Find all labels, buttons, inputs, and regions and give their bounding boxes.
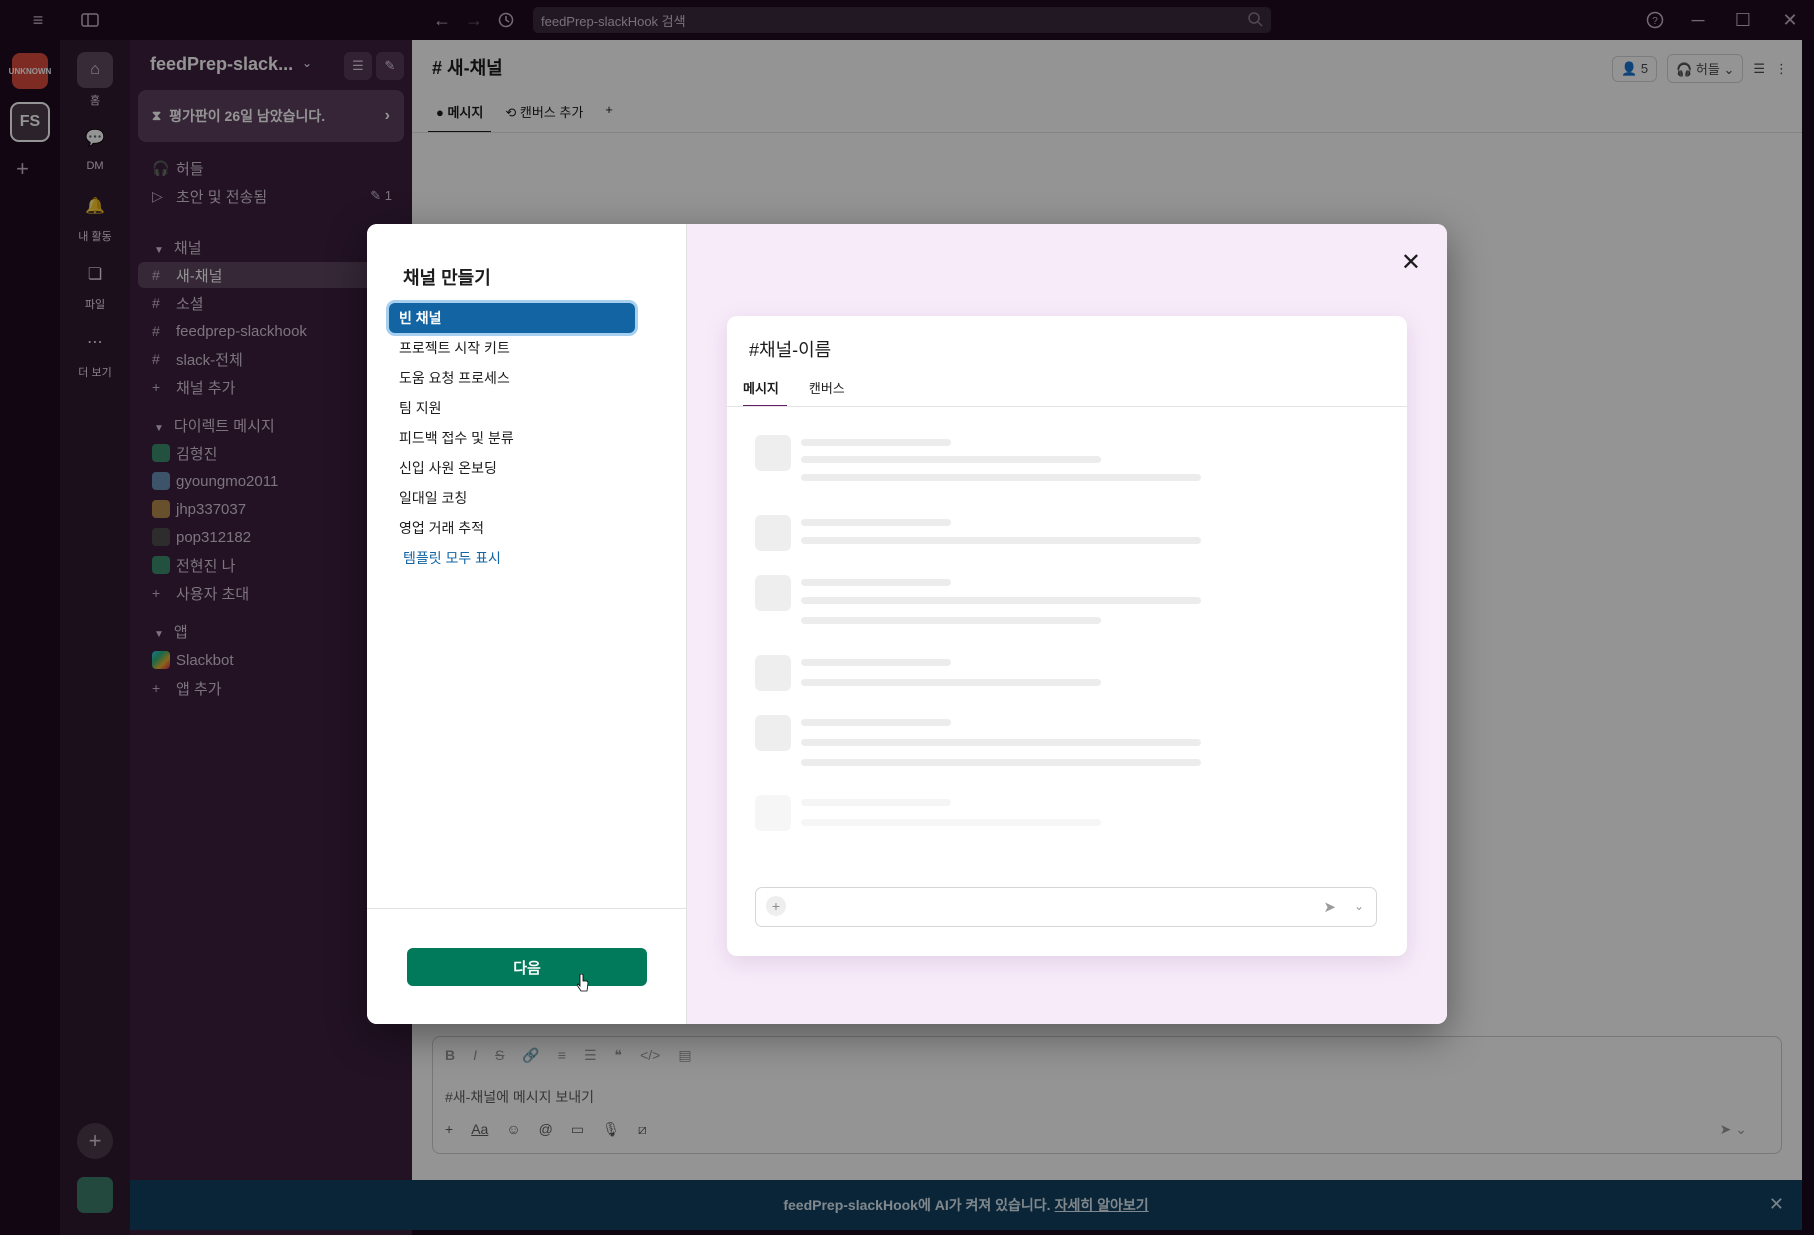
preview-composer: + ➤ ⌄: [755, 887, 1377, 927]
skeleton-avatar: [755, 515, 791, 551]
skeleton-line: [801, 456, 1101, 463]
close-icon[interactable]: ✕: [1401, 248, 1421, 277]
create-channel-modal: 채널 만들기 빈 채널 프로젝트 시작 키트 도움 요청 프로세스 팀 지원 피…: [367, 224, 1447, 1024]
preview-tabs: 메시지 캔버스: [743, 378, 875, 407]
template-item[interactable]: 피드백 접수 및 분류: [389, 423, 635, 453]
preview-tab-canvas: 캔버스: [808, 381, 845, 396]
skeleton-avatar: [755, 435, 791, 471]
divider: [367, 908, 687, 909]
skeleton-line: [801, 659, 951, 666]
skeleton-avatar: [755, 575, 791, 611]
preview-panel: ✕ #채널-이름 메시지 캔버스 + ➤ ⌄: [687, 224, 1447, 1024]
skeleton-avatar: [755, 795, 791, 831]
send-icon: ➤: [1323, 899, 1336, 916]
template-panel: 채널 만들기 빈 채널 프로젝트 시작 키트 도움 요청 프로세스 팀 지원 피…: [367, 224, 687, 1024]
chevron-down-icon: ⌄: [1353, 899, 1364, 913]
skeleton-line: [801, 819, 1101, 826]
show-all-templates-link[interactable]: 템플릿 모두 표시: [393, 543, 639, 573]
mouse-cursor-icon: [577, 974, 589, 992]
skeleton-line: [801, 474, 1201, 481]
modal-title: 채널 만들기: [403, 268, 491, 288]
template-item[interactable]: 도움 요청 프로세스: [389, 363, 635, 393]
divider: [727, 406, 1407, 407]
skeleton-line: [801, 759, 1201, 766]
next-button[interactable]: 다음: [407, 948, 647, 986]
template-item[interactable]: 일대일 코칭: [389, 483, 635, 513]
skeleton-avatar: [755, 715, 791, 751]
skeleton-line: [801, 617, 1101, 624]
template-item[interactable]: 빈 채널: [389, 303, 635, 333]
skeleton-avatar: [755, 655, 791, 691]
skeleton-line: [801, 439, 951, 446]
skeleton-line: [801, 519, 951, 526]
template-item[interactable]: 팀 지원: [389, 393, 635, 423]
preview-channel-name: #채널-이름: [749, 340, 832, 360]
skeleton-line: [801, 719, 951, 726]
template-item[interactable]: 영업 거래 추적: [389, 513, 635, 543]
skeleton-line: [801, 579, 951, 586]
skeleton-line: [801, 799, 951, 806]
channel-preview: #채널-이름 메시지 캔버스 + ➤ ⌄: [727, 316, 1407, 956]
plus-icon: +: [766, 896, 786, 916]
skeleton-line: [801, 679, 1101, 686]
skeleton-line: [801, 537, 1201, 544]
template-item[interactable]: 신입 사원 온보딩: [389, 453, 635, 483]
skeleton-line: [801, 739, 1201, 746]
skeleton-line: [801, 597, 1201, 604]
template-item[interactable]: 프로젝트 시작 키트: [389, 333, 635, 363]
preview-tab-messages: 메시지: [743, 378, 787, 407]
